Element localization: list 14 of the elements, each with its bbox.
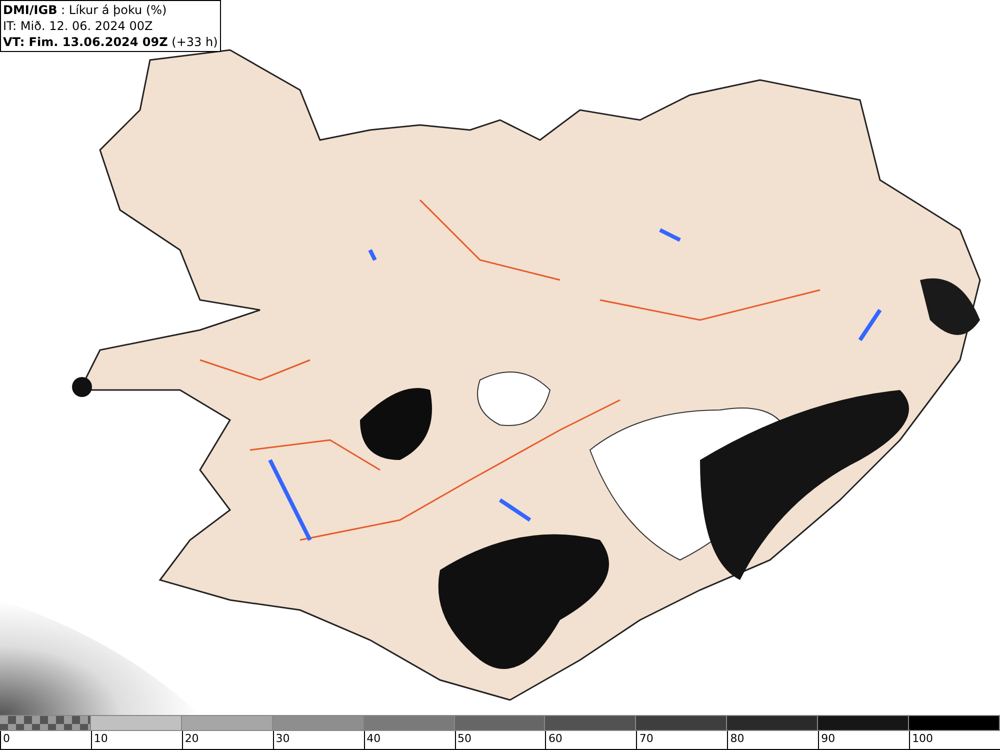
legend-label: 40 xyxy=(366,732,381,745)
map-title: DMI/IGB : Líkur á þoku (%) xyxy=(3,2,168,18)
legend-label: 60 xyxy=(548,732,562,745)
issue-time: IT: Mið. 12. 06. 2024 00Z xyxy=(3,18,154,34)
legend-label: 30 xyxy=(276,732,290,745)
legend-label: 90 xyxy=(821,732,836,745)
legend-label: 10 xyxy=(94,732,108,745)
legend-label: 80 xyxy=(730,732,744,745)
legend-label: 100 xyxy=(912,732,934,745)
legend-label: 0 xyxy=(3,732,10,745)
legend-label: 70 xyxy=(639,732,654,745)
legend-label: 50 xyxy=(458,732,472,745)
valid-time: VT: Fim. 13.06.2024 09Z (+33 h) xyxy=(3,34,218,50)
legend-label: 20 xyxy=(184,732,199,745)
